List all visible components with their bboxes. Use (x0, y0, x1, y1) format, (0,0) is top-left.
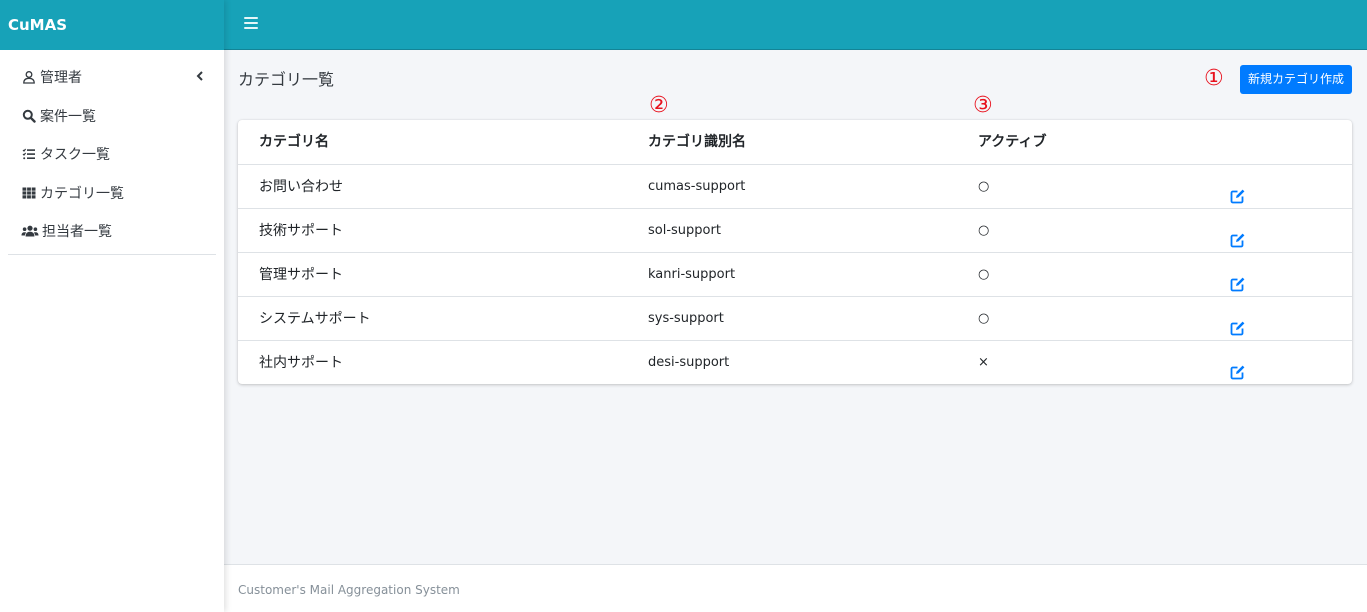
sidebar-item-label: 担当者一覧 (42, 224, 112, 241)
active-status: ○ (978, 179, 990, 194)
active-status: ○ (978, 267, 990, 282)
edit-button[interactable] (1230, 209, 1246, 253)
sidebar-divider (8, 253, 216, 255)
sidebar-item-label: 案件一覧 (40, 108, 96, 125)
grid-icon (21, 185, 37, 201)
edit-button[interactable] (1230, 165, 1246, 209)
sidebar-item-admin[interactable]: 管理者 (8, 58, 216, 97)
category-name: 技術サポート (259, 223, 343, 239)
active-status: ○ (978, 311, 990, 326)
active-status: ○ (978, 223, 990, 238)
active-status: × (978, 355, 989, 370)
sidebar-item-label: 管理者 (40, 70, 82, 87)
hamburger-icon[interactable] (244, 17, 258, 31)
user-icon (21, 69, 37, 85)
sidebar-item-cases[interactable]: 案件一覧 (8, 97, 216, 136)
footer-text: Customer's Mail Aggregation System (238, 583, 460, 597)
sidebar-item-label: タスク一覧 (40, 147, 110, 164)
new-category-button[interactable]: 新規カテゴリ作成 (1239, 65, 1352, 94)
edit-icon (1230, 223, 1246, 247)
sidebar-item-tasks[interactable]: タスク一覧 (8, 135, 216, 174)
edit-button[interactable] (1230, 297, 1246, 341)
edit-button[interactable] (1230, 341, 1246, 385)
category-name: 管理サポート (259, 267, 343, 283)
edit-icon (1230, 311, 1246, 335)
category-table: カテゴリ名 カテゴリ識別名 アクティブ お問い合わせ cumas-support… (238, 120, 1352, 384)
edit-button[interactable] (1230, 253, 1246, 297)
annotation-marker-2: ② (649, 93, 669, 118)
sidebar: CuMAS 管理者 案件一覧 タスク一覧 カテゴリ一覧 担当者一覧 (0, 0, 224, 612)
category-identifier: sys-support (648, 311, 724, 326)
table-header: カテゴリ名 カテゴリ識別名 アクティブ (238, 120, 1352, 164)
page-footer: Customer's Mail Aggregation System (224, 564, 1367, 612)
column-header-name: カテゴリ名 (259, 134, 329, 150)
table-row: 社内サポート desi-support × (238, 340, 1352, 384)
main-content: カテゴリ一覧 新規カテゴリ作成 ① ② ③ ④ カテゴリ名 カテゴリ識別名 アク… (224, 50, 1367, 564)
sidebar-nav: 管理者 案件一覧 タスク一覧 カテゴリ一覧 担当者一覧 (0, 50, 224, 255)
table-row: 管理サポート kanri-support ○ (238, 252, 1352, 296)
sidebar-item-label: カテゴリ一覧 (40, 185, 124, 202)
page-title: カテゴリ一覧 (238, 70, 335, 89)
category-name: 社内サポート (259, 355, 343, 371)
annotation-marker-1: ① (1204, 66, 1224, 91)
table-row: 技術サポート sol-support ○ (238, 208, 1352, 252)
column-header-identifier: カテゴリ識別名 (648, 134, 746, 150)
column-header-active: アクティブ (978, 134, 1047, 150)
tasks-icon (21, 146, 37, 162)
category-identifier: desi-support (648, 355, 730, 370)
annotation-marker-3: ③ (973, 93, 993, 118)
category-name: お問い合わせ (259, 179, 343, 195)
search-icon (21, 108, 37, 124)
table-row: システムサポート sys-support ○ (238, 296, 1352, 340)
category-name: システムサポート (259, 311, 371, 327)
top-navbar (224, 0, 1367, 50)
brand-logo[interactable]: CuMAS (0, 0, 224, 50)
category-identifier: cumas-support (648, 179, 746, 194)
users-icon (21, 223, 39, 239)
edit-icon (1230, 355, 1246, 379)
category-identifier: kanri-support (648, 267, 736, 282)
edit-icon (1230, 267, 1246, 291)
sidebar-item-categories[interactable]: カテゴリ一覧 (8, 174, 216, 213)
category-identifier: sol-support (648, 223, 721, 238)
edit-icon (1230, 179, 1246, 203)
sidebar-item-assignees[interactable]: 担当者一覧 (8, 212, 216, 251)
chevron-left-icon (196, 69, 204, 85)
table-row: お問い合わせ cumas-support ○ (238, 164, 1352, 208)
